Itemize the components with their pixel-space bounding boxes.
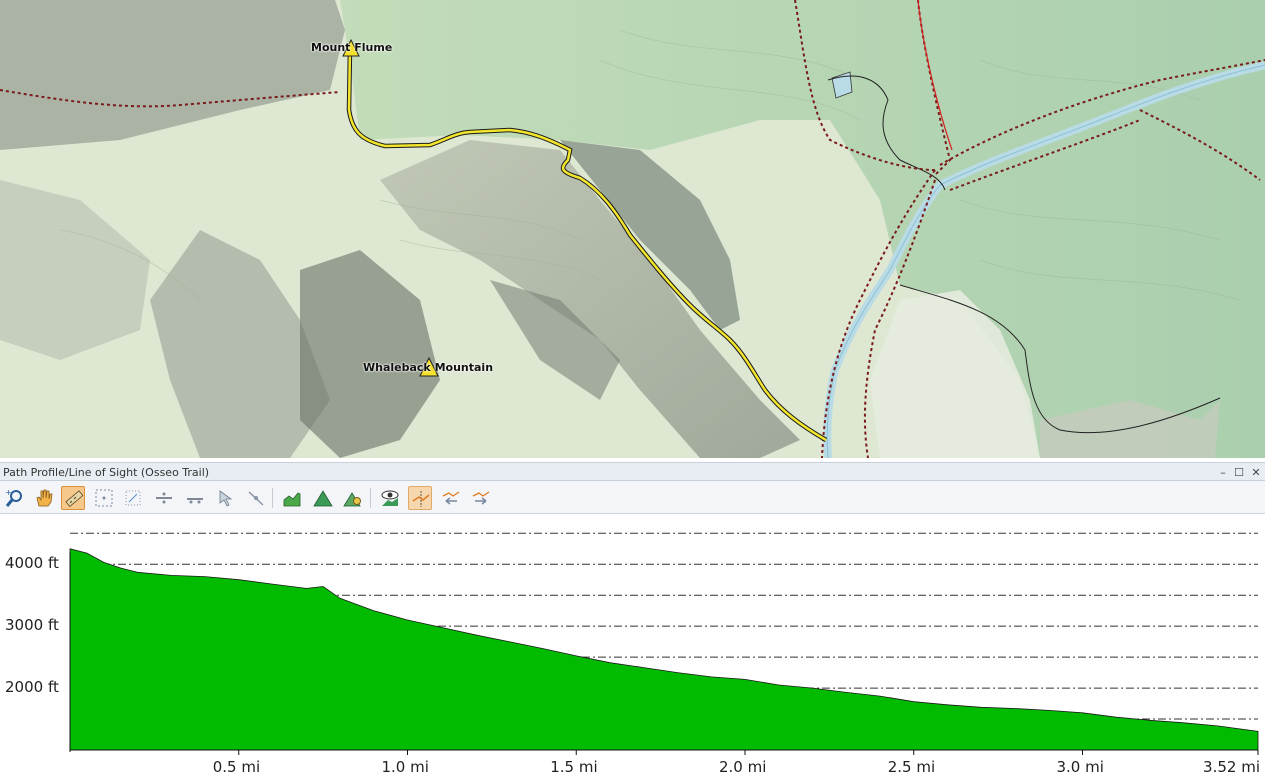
line-segment-button[interactable] bbox=[183, 486, 207, 510]
map-canvas[interactable] bbox=[0, 0, 1265, 458]
horizontal-line-button[interactable] bbox=[152, 486, 176, 510]
toolbar-separator bbox=[272, 488, 273, 508]
point-line-icon bbox=[248, 491, 264, 506]
peak-label-whaleback-mountain: Whaleback Mountain bbox=[363, 361, 494, 374]
restore-button[interactable]: ☐ bbox=[1232, 463, 1246, 481]
pointer-icon bbox=[219, 490, 233, 507]
pan-hand-icon bbox=[36, 489, 53, 507]
terrain-settings-button[interactable] bbox=[341, 486, 365, 510]
y-tick-label: 2000 ft bbox=[5, 678, 59, 697]
profile-forward-icon bbox=[472, 491, 490, 505]
minimize-button[interactable]: – bbox=[1216, 463, 1230, 481]
grid-select-icon bbox=[95, 489, 113, 507]
line-segment-icon bbox=[187, 498, 203, 504]
topographic-map[interactable]: Mount Flume Whaleback Mountain bbox=[0, 0, 1265, 458]
elevation-profile-chart[interactable]: 2000 ft 3000 ft 4000 ft 0.5 mi 1.0 mi 1.5 mi… bbox=[0, 514, 1265, 778]
x-tick-label: 1.5 mi bbox=[550, 758, 598, 776]
line-of-sight-icon bbox=[381, 490, 399, 506]
line-of-sight-button[interactable] bbox=[378, 486, 402, 510]
x-tick-label: 2.5 mi bbox=[887, 758, 936, 776]
x-tick-label: 3.52 mi bbox=[1203, 758, 1260, 776]
grid-select-button[interactable] bbox=[92, 486, 116, 510]
pan-tool-button[interactable] bbox=[32, 486, 56, 510]
pointer-tool-button[interactable] bbox=[214, 486, 238, 510]
point-line-button[interactable] bbox=[244, 486, 268, 510]
close-button[interactable]: ✕ bbox=[1249, 463, 1263, 481]
peak-label-mount-flume: Mount Flume bbox=[311, 41, 393, 54]
profile-back-button[interactable] bbox=[439, 486, 463, 510]
zoom-tool-button[interactable]: + bbox=[3, 486, 27, 510]
ruler-measure-icon bbox=[65, 490, 84, 508]
x-tick-label: 0.5 mi bbox=[212, 758, 261, 776]
horizontal-line-icon bbox=[156, 492, 172, 504]
profile-chart-button[interactable] bbox=[280, 486, 304, 510]
grid-points-button[interactable] bbox=[121, 486, 145, 510]
y-tick-label: 4000 ft bbox=[5, 554, 59, 573]
terrain-settings-icon bbox=[343, 492, 361, 507]
profile-panel-titlebar: Path Profile/Line of Sight (Osseo Trail)… bbox=[0, 462, 1265, 481]
terrain-button[interactable] bbox=[311, 486, 335, 510]
y-tick-label: 3000 ft bbox=[5, 616, 59, 635]
grid-points-icon bbox=[125, 490, 141, 506]
measure-tool-button[interactable] bbox=[61, 486, 85, 510]
x-tick-label: 1.0 mi bbox=[381, 758, 429, 776]
elevation-area-series bbox=[69, 548, 1259, 751]
toolbar-separator bbox=[370, 488, 371, 508]
profile-toolbar: + bbox=[0, 481, 1265, 514]
terrain-icon bbox=[313, 490, 333, 507]
panel-title: Path Profile/Line of Sight (Osseo Trail) bbox=[3, 466, 210, 479]
profile-canvas[interactable] bbox=[0, 514, 1265, 778]
svg-text:+: + bbox=[5, 488, 12, 497]
x-tick-label: 2.0 mi bbox=[719, 758, 767, 776]
x-tick-label: 3.0 mi bbox=[1056, 758, 1104, 776]
show-profile-icon bbox=[412, 491, 430, 507]
profile-chart-icon bbox=[283, 492, 301, 507]
zoom-icon: + bbox=[5, 488, 22, 507]
profile-back-icon bbox=[442, 491, 460, 505]
show-profile-button[interactable] bbox=[408, 486, 432, 510]
profile-forward-button[interactable] bbox=[469, 486, 493, 510]
